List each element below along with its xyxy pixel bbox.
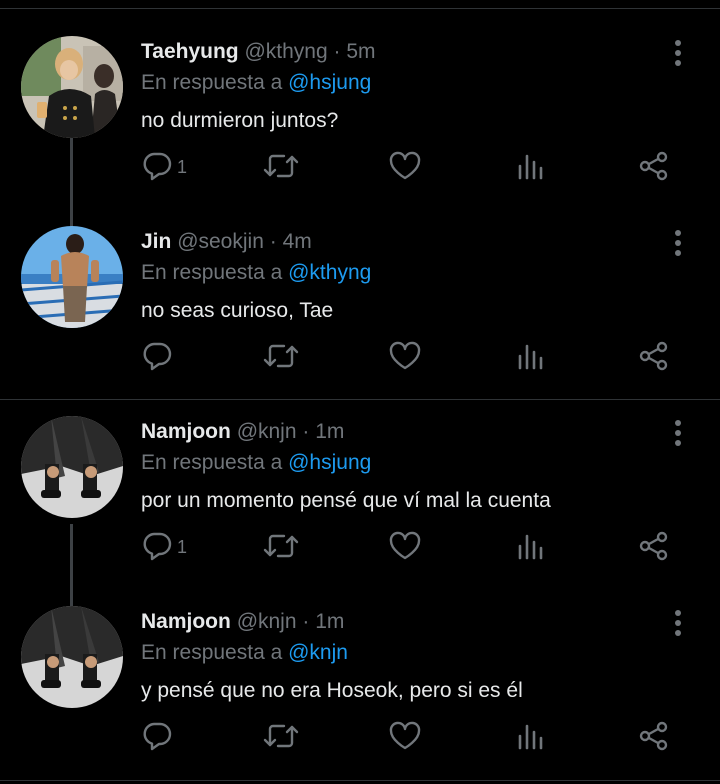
separator-dot: · — [333, 40, 341, 63]
like-icon — [389, 341, 421, 370]
views-button[interactable] — [516, 148, 546, 184]
display-name[interactable]: Namjoon — [141, 610, 231, 633]
tweet-text: no durmieron juntos? — [141, 109, 339, 132]
separator-dot: · — [302, 610, 310, 633]
like-button[interactable] — [388, 148, 422, 184]
user-handle[interactable]: @knjn — [237, 420, 297, 443]
tweet[interactable]: Taehyung @kthyng · 5m En respuesta a @hs… — [0, 7, 720, 197]
avatar[interactable] — [21, 226, 123, 328]
share-icon — [639, 531, 668, 561]
share-icon — [639, 151, 668, 181]
reply-count: 1 — [177, 156, 188, 177]
tweet-actions — [0, 718, 720, 758]
display-name[interactable]: Taehyung — [141, 40, 239, 63]
separator-dot: · — [269, 230, 277, 253]
tweet-actions: 1 — [0, 528, 720, 568]
tweet[interactable]: Jin @seokjin · 4m En respuesta a @kthyng… — [0, 197, 720, 387]
retweet-button[interactable] — [262, 148, 300, 184]
reply-icon — [143, 532, 172, 561]
views-icon — [518, 724, 543, 750]
tweet-text: y pensé que no era Hoseok, pero si es él — [141, 679, 523, 702]
tweet-header: Namjoon @knjn · 1m — [141, 419, 344, 445]
share-icon — [639, 721, 668, 751]
timestamp[interactable]: 1m — [315, 420, 344, 443]
views-button[interactable] — [516, 338, 546, 374]
more-icon[interactable] — [667, 610, 689, 638]
separator-dot: · — [302, 420, 310, 443]
retweet-icon — [263, 534, 299, 558]
share-button[interactable] — [638, 338, 670, 374]
share-button[interactable] — [638, 148, 670, 184]
reply-icon — [143, 342, 172, 371]
retweet-button[interactable] — [262, 718, 300, 754]
more-icon[interactable] — [667, 230, 689, 258]
reply-mention[interactable]: @kthyng — [288, 261, 371, 284]
tweet-header: Taehyung @kthyng · 5m — [141, 39, 376, 65]
retweet-icon — [263, 724, 299, 748]
like-button[interactable] — [388, 718, 422, 754]
reply-context: En respuesta a @hsjung — [141, 450, 371, 476]
views-icon — [518, 154, 543, 180]
reply-icon — [143, 722, 172, 751]
like-icon — [389, 151, 421, 180]
user-handle[interactable]: @knjn — [237, 610, 297, 633]
reply-context: En respuesta a @knjn — [141, 640, 348, 666]
reply-button[interactable]: 1 — [141, 528, 187, 564]
retweet-icon — [263, 154, 299, 178]
reply-button[interactable] — [141, 718, 177, 754]
views-icon — [518, 344, 543, 370]
reply-prefix: En respuesta a — [141, 641, 283, 664]
more-icon[interactable] — [667, 420, 689, 448]
display-name[interactable]: Jin — [141, 230, 171, 253]
retweet-button[interactable] — [262, 338, 300, 374]
tweet[interactable]: Namjoon @knjn · 1m En respuesta a @hsjun… — [0, 387, 720, 577]
reply-prefix: En respuesta a — [141, 71, 283, 94]
tweet-text: no seas curioso, Tae — [141, 299, 334, 322]
user-handle[interactable]: @seokjin — [177, 230, 264, 253]
like-button[interactable] — [388, 338, 422, 374]
retweet-button[interactable] — [262, 528, 300, 564]
views-button[interactable] — [516, 718, 546, 754]
avatar[interactable] — [21, 416, 123, 518]
retweet-icon — [263, 344, 299, 368]
reply-button[interactable]: 1 — [141, 148, 187, 184]
timestamp[interactable]: 5m — [346, 40, 375, 63]
timestamp[interactable]: 4m — [283, 230, 312, 253]
more-icon[interactable] — [667, 40, 689, 68]
views-icon — [518, 534, 543, 560]
reply-mention[interactable]: @knjn — [288, 641, 348, 664]
views-button[interactable] — [516, 528, 546, 564]
share-button[interactable] — [638, 528, 670, 564]
reply-prefix: En respuesta a — [141, 261, 283, 284]
tweet-header: Namjoon @knjn · 1m — [141, 609, 344, 635]
reply-context: En respuesta a @hsjung — [141, 70, 371, 96]
avatar[interactable] — [21, 606, 123, 708]
timestamp[interactable]: 1m — [315, 610, 344, 633]
tweet-text: por un momento pensé que ví mal la cuent… — [141, 489, 551, 512]
like-button[interactable] — [388, 528, 422, 564]
reply-context: En respuesta a @kthyng — [141, 260, 371, 286]
like-icon — [389, 531, 421, 560]
tweet-header: Jin @seokjin · 4m — [141, 229, 312, 255]
user-handle[interactable]: @kthyng — [244, 40, 327, 63]
reply-icon — [143, 152, 172, 181]
reply-button[interactable] — [141, 338, 177, 374]
like-icon — [389, 721, 421, 750]
reply-prefix: En respuesta a — [141, 451, 283, 474]
reply-mention[interactable]: @hsjung — [288, 451, 371, 474]
share-button[interactable] — [638, 718, 670, 754]
reply-mention[interactable]: @hsjung — [288, 71, 371, 94]
display-name[interactable]: Namjoon — [141, 420, 231, 443]
tweet-actions — [0, 338, 720, 378]
share-icon — [639, 341, 668, 371]
avatar[interactable] — [21, 36, 123, 138]
tweet-actions: 1 — [0, 148, 720, 188]
reply-count: 1 — [177, 536, 188, 557]
tweet[interactable]: Namjoon @knjn · 1m En respuesta a @knjn … — [0, 577, 720, 767]
bottom-divider — [0, 780, 720, 781]
